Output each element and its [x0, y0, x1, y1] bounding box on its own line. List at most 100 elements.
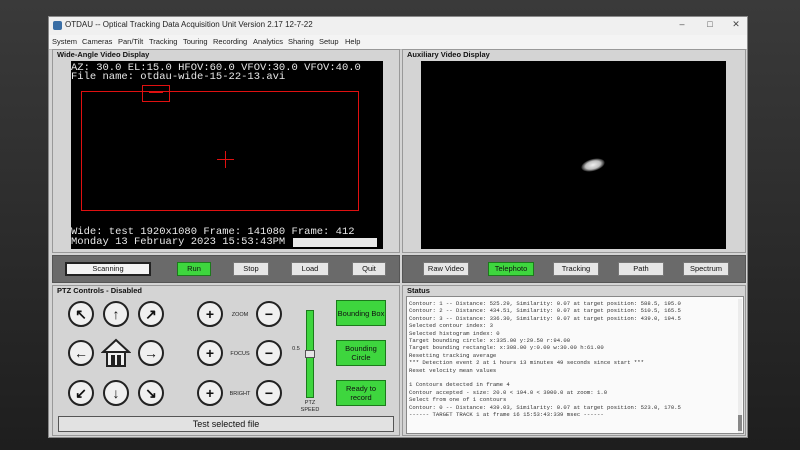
- spectrum-button[interactable]: Spectrum: [683, 262, 729, 276]
- arrow-up-left-icon: ↖: [75, 306, 87, 322]
- status-line: ------ TARGET TRACK 1 at frame 16 15:53:…: [409, 411, 604, 419]
- menu-cameras[interactable]: Cameras: [82, 37, 112, 46]
- arrow-down-left-icon: ↙: [75, 385, 87, 401]
- pan-right-button[interactable]: →: [138, 340, 164, 366]
- status-line: [409, 374, 681, 381]
- zoom-out-button[interactable]: −: [256, 301, 282, 327]
- ptz-title: PTZ Controls - Disabled: [57, 286, 143, 295]
- menu-bar: System Cameras Pan/Tilt Tracking Touring…: [49, 35, 747, 50]
- auxiliary-button-bar: Raw Video Telephoto Tracking Path Spectr…: [402, 255, 746, 283]
- status-line: Contour: 2 -- Distance: 434.51, Similari…: [409, 307, 681, 315]
- arrow-up-right-icon: ↗: [145, 306, 157, 322]
- title-bar: OTDAU -- Optical Tracking Data Acquisiti…: [49, 17, 747, 35]
- minus-icon: −: [264, 385, 274, 401]
- plus-icon: +: [205, 306, 215, 322]
- menu-analytics[interactable]: Analytics: [253, 37, 283, 46]
- menu-sharing[interactable]: Sharing: [288, 37, 314, 46]
- run-button[interactable]: Run: [177, 262, 211, 276]
- overlay-timestamp: Monday 13 February 2023 15:53:43PM: [71, 236, 286, 248]
- arrow-left-icon: ←: [74, 345, 88, 361]
- pan-down-right-button[interactable]: ↘: [138, 380, 164, 406]
- arrow-up-icon: ↑: [112, 306, 120, 322]
- menu-recording[interactable]: Recording: [213, 37, 247, 46]
- plus-icon: +: [205, 345, 215, 361]
- auxiliary-title: Auxiliary Video Display: [407, 50, 490, 59]
- overlay-timestamp-bar: [293, 238, 377, 247]
- arrow-down-icon: ↓: [112, 385, 120, 401]
- status-scrollbar[interactable]: [738, 299, 742, 433]
- menu-help[interactable]: Help: [345, 37, 360, 46]
- auxiliary-panel: Auxiliary Video Display: [402, 49, 746, 253]
- home-icon: [100, 338, 132, 367]
- path-button[interactable]: Path: [618, 262, 664, 276]
- scan-region-box: [81, 91, 359, 211]
- status-line: Target bounding circle: x:335.00 y:29.50…: [409, 337, 571, 345]
- bright-label: BRIGHT: [229, 391, 251, 397]
- tilt-up-button[interactable]: ↑: [103, 301, 129, 327]
- raw-video-button[interactable]: Raw Video: [423, 262, 469, 276]
- status-line: Contour: 0 -- Distance: 439.03, Similari…: [409, 403, 681, 411]
- tilt-down-button[interactable]: ↓: [103, 380, 129, 406]
- status-line: Target bounding rectangle: x:308.00 y:0.…: [409, 344, 604, 352]
- menu-system[interactable]: System: [52, 37, 77, 46]
- status-line: Resetting tracking average: [409, 351, 497, 359]
- quit-button[interactable]: Quit: [352, 262, 386, 276]
- menu-touring[interactable]: Touring: [183, 37, 208, 46]
- wide-angle-video[interactable]: AZ: 30.0 EL:15.0 HFOV:60.0 VFOV:30.0 VFO…: [71, 61, 383, 249]
- status-line: Contour accepted - size: 20.0 < 194.0 < …: [409, 388, 608, 396]
- maximize-button[interactable]: □: [699, 19, 721, 29]
- bounding-box-button[interactable]: Bounding Box: [336, 300, 386, 326]
- zoom-in-button[interactable]: +: [197, 301, 223, 327]
- overlay-filename: File name: otdau-wide-15-22-13.avi: [71, 71, 286, 83]
- target-box: [142, 85, 170, 102]
- telephoto-button[interactable]: Telephoto: [488, 262, 534, 276]
- minimize-button[interactable]: –: [671, 19, 693, 29]
- status-line: 1 Contours detected in frame 4: [409, 381, 510, 389]
- status-scrollbar-thumb[interactable]: [738, 415, 742, 431]
- status-title: Status: [407, 286, 430, 295]
- stop-button[interactable]: Stop: [233, 262, 269, 276]
- auxiliary-video[interactable]: [421, 61, 726, 249]
- speed-label: PTZ: [304, 400, 316, 406]
- pan-left-button[interactable]: ←: [68, 340, 94, 366]
- app-window: OTDAU -- Optical Tracking Data Acquisiti…: [48, 16, 748, 438]
- status-log[interactable]: Contour: 1 -- Distance: 525.29, Similari…: [406, 296, 744, 434]
- load-button[interactable]: Load: [291, 262, 329, 276]
- status-line: Contour: 1 -- Distance: 525.29, Similari…: [409, 300, 681, 307]
- file-status-bar: Test selected file: [58, 416, 394, 432]
- bright-down-button[interactable]: −: [256, 380, 282, 406]
- minus-icon: −: [264, 306, 274, 322]
- ptz-panel: PTZ Controls - Disabled ↖ ↑ ↗ ← → ↙ ↓ ↘ …: [52, 285, 400, 436]
- menu-tracking[interactable]: Tracking: [149, 37, 177, 46]
- ready-to-record-button[interactable]: Ready to record: [336, 380, 386, 406]
- focus-label: FOCUS: [230, 351, 250, 357]
- menu-pan-tilt[interactable]: Pan/Tilt: [118, 37, 143, 46]
- menu-setup[interactable]: Setup: [319, 37, 339, 46]
- speed-slider-thumb[interactable]: [305, 350, 315, 358]
- scanning-button[interactable]: Scanning: [65, 262, 151, 276]
- status-line: Select from one of 1 contours: [409, 396, 507, 404]
- wide-angle-panel: Wide-Angle Video Display AZ: 30.0 EL:15.…: [52, 49, 400, 253]
- tracking-button[interactable]: Tracking: [553, 262, 599, 276]
- arrow-down-right-icon: ↘: [145, 385, 157, 401]
- pan-up-right-button[interactable]: ↗: [138, 301, 164, 327]
- zoom-label: ZOOM: [231, 312, 249, 318]
- wide-angle-button-bar: Scanning Run Stop Load Quit: [52, 255, 400, 283]
- status-line: Selected histogram index: 0: [409, 329, 500, 337]
- bounding-circle-button[interactable]: Bounding Circle: [336, 340, 386, 366]
- bright-up-button[interactable]: +: [197, 380, 223, 406]
- pan-up-left-button[interactable]: ↖: [68, 301, 94, 327]
- status-panel: Status Contour: 1 -- Distance: 525.29, S…: [402, 285, 746, 436]
- speed-slider-track[interactable]: [305, 310, 315, 398]
- home-button[interactable]: [100, 338, 132, 368]
- status-line: Reset velocity mean values: [409, 366, 497, 374]
- pan-down-left-button[interactable]: ↙: [68, 380, 94, 406]
- status-line: *** Detection event 2 at 1 hours 13 minu…: [409, 359, 644, 367]
- close-button[interactable]: ✕: [725, 19, 747, 30]
- status-line: Contour: 3 -- Distance: 336.30, Similari…: [409, 314, 681, 322]
- crosshair-v: [225, 151, 226, 168]
- focus-out-button[interactable]: −: [256, 340, 282, 366]
- speed-value: 0.5: [292, 346, 300, 352]
- focus-in-button[interactable]: +: [197, 340, 223, 366]
- target-box-mark: [149, 92, 163, 93]
